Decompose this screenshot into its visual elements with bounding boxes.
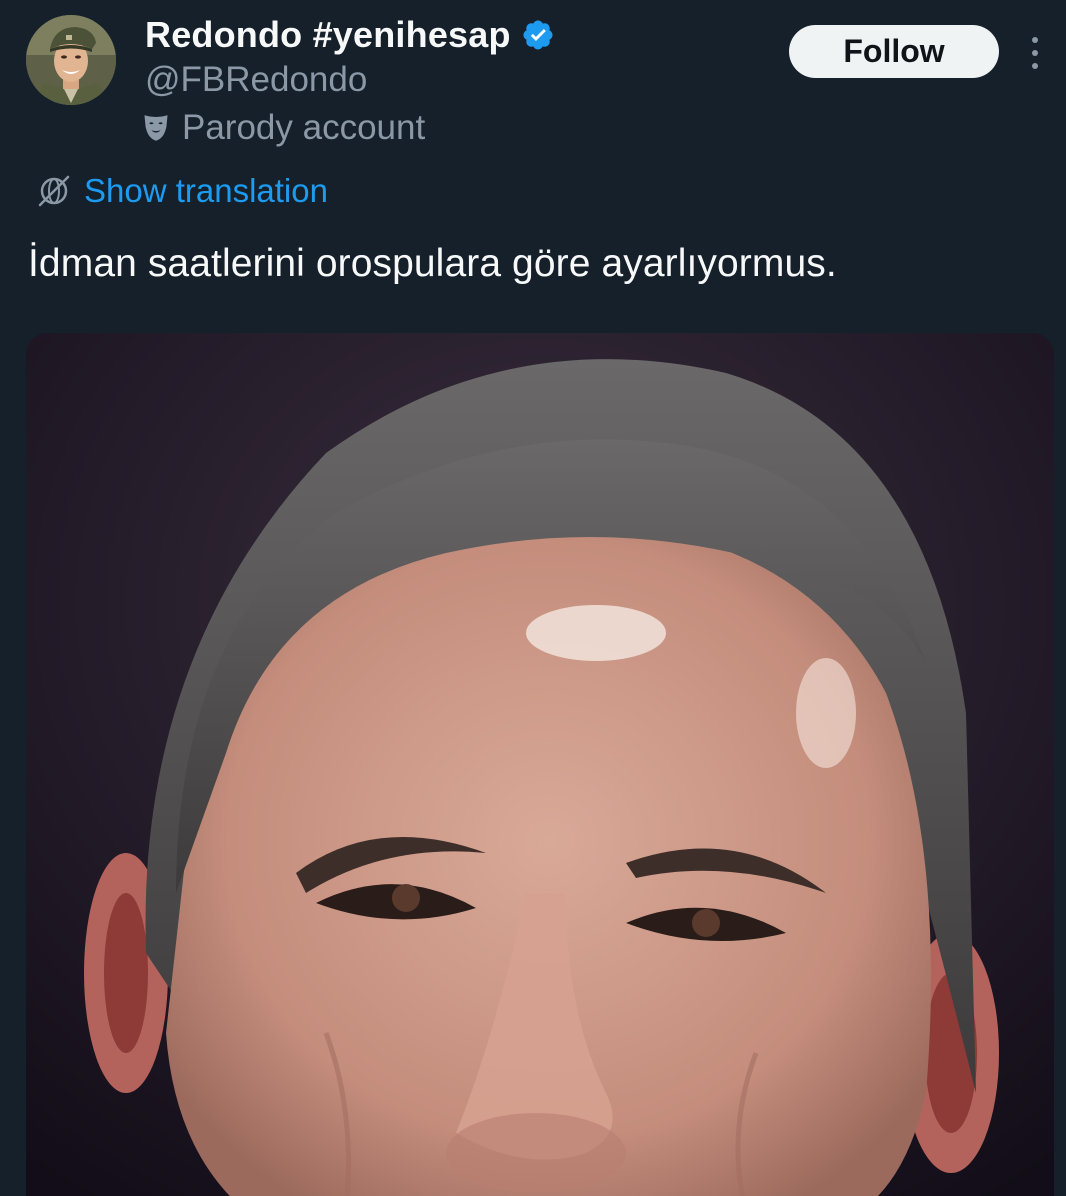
- soldier-avatar-image: [26, 15, 116, 105]
- avatar[interactable]: [26, 15, 116, 105]
- parody-label-text: Parody account: [182, 108, 426, 147]
- more-dot: [1032, 63, 1038, 69]
- more-dot: [1032, 37, 1038, 43]
- tweet-text: İdman saatlerini orospulara göre ayarlıy…: [28, 242, 837, 285]
- tweet-view: Redondo #yenihesap @FBRedondo Parody acc…: [0, 0, 1066, 1196]
- author-display-name[interactable]: Redondo #yenihesap: [145, 14, 511, 56]
- portrait-photo: [26, 333, 1054, 1196]
- author-handle[interactable]: @FBRedondo: [145, 60, 367, 100]
- verified-badge-icon: [523, 20, 553, 50]
- follow-button[interactable]: Follow: [789, 25, 999, 78]
- parody-label: Parody account: [142, 108, 425, 148]
- tweet-media[interactable]: [26, 333, 1054, 1196]
- more-vertical-icon[interactable]: [1024, 33, 1046, 73]
- globe-translate-icon: [38, 175, 70, 207]
- theater-mask-icon: [144, 115, 168, 141]
- show-translation-link[interactable]: Show translation: [36, 172, 328, 210]
- show-translation-label[interactable]: Show translation: [84, 172, 328, 210]
- more-dot: [1032, 50, 1038, 56]
- author-name-row[interactable]: Redondo #yenihesap: [145, 14, 555, 56]
